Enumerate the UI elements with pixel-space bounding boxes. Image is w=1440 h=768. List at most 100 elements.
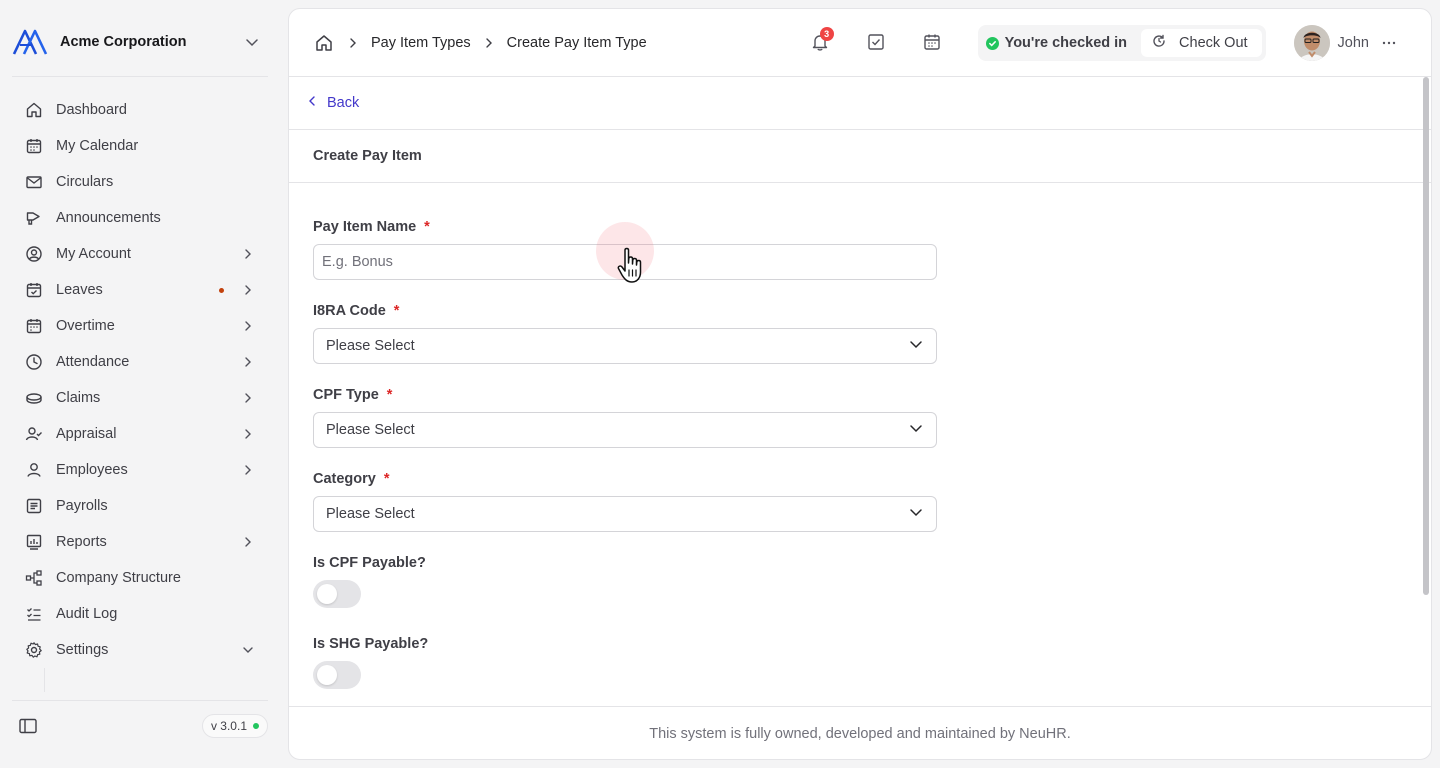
sidebar-item-label: Company Structure (56, 570, 181, 586)
org-switcher[interactable]: Acme Corporation (12, 24, 268, 60)
divider (12, 700, 268, 701)
checkin-status: You're checked in (985, 35, 1128, 51)
sidebar-item-label: Leaves (56, 282, 103, 298)
calendar-button[interactable] (916, 27, 948, 59)
chevron-down-icon (908, 336, 924, 356)
sidebar-item-claims[interactable]: Claims (12, 380, 268, 416)
sidebar-item-my-account[interactable]: My Account (12, 236, 268, 272)
toggle-knob (317, 584, 337, 604)
notifications-button[interactable]: 3 (804, 27, 836, 59)
ir8a-code-select[interactable]: Please Select (313, 328, 937, 364)
user-circle-icon (24, 244, 44, 264)
sidebar-item-leaves[interactable]: Leaves (12, 272, 268, 308)
sidebar-item-audit-log[interactable]: Audit Log (12, 596, 268, 632)
footer-text: This system is fully owned, developed an… (649, 725, 1071, 742)
hand-pointer-icon (616, 246, 656, 288)
back-label: Back (327, 95, 360, 111)
sidebar-item-attendance[interactable]: Attendance (12, 344, 268, 380)
checkin-panel: You're checked in Check Out (977, 25, 1266, 61)
field-label-text: Pay Item Name (313, 219, 417, 235)
sidebar-item-overtime[interactable]: Overtime (12, 308, 268, 344)
sidebar-item-label: Settings (56, 642, 109, 658)
sidebar-item-appraisal[interactable]: Appraisal (12, 416, 268, 452)
category-label: Category * (313, 469, 390, 489)
home-icon[interactable] (313, 32, 335, 54)
sidebar-item-label: Dashboard (56, 102, 127, 118)
is-shg-payable-toggle[interactable] (313, 661, 361, 689)
calendar-icon (922, 32, 942, 55)
field-label-text: I8RA Code (313, 303, 386, 319)
category-select[interactable]: Please Select (313, 496, 937, 532)
org-name: Acme Corporation (60, 34, 187, 50)
chevron-right-icon (240, 462, 256, 478)
user-icon (24, 460, 44, 480)
sidebar-item-circulars[interactable]: Circulars (12, 164, 268, 200)
field-label-text: CPF Type (313, 387, 379, 403)
select-value: Please Select (326, 422, 415, 438)
gear-icon (24, 640, 44, 660)
cpf-type-select[interactable]: Please Select (313, 412, 937, 448)
sidebar-toggle-icon[interactable] (12, 710, 44, 742)
scrollbar[interactable] (1423, 77, 1429, 595)
required-marker: * (386, 387, 393, 403)
more-horizontal-icon[interactable] (1381, 35, 1397, 51)
sidebar-item-my-calendar[interactable]: My Calendar (12, 128, 268, 164)
sidebar-nav: Dashboard My Calendar Circulars Announce… (12, 92, 268, 692)
sidebar-item-employees[interactable]: Employees (12, 452, 268, 488)
avatar (1293, 25, 1330, 61)
tasks-button[interactable] (860, 27, 892, 59)
sidebar-item-label: My Account (56, 246, 131, 262)
check-circle-icon (985, 36, 999, 50)
chevron-right-icon (240, 282, 256, 298)
chevron-right-icon (481, 35, 497, 51)
receipt-icon (24, 496, 44, 516)
select-value: Please Select (326, 506, 415, 522)
sidebar-item-payrolls[interactable]: Payrolls (12, 488, 268, 524)
check-out-label: Check Out (1179, 35, 1248, 51)
user-menu[interactable]: John (1293, 25, 1397, 61)
back-button[interactable]: Back (307, 95, 359, 111)
chevron-right-icon (240, 318, 256, 334)
chevron-right-icon (240, 354, 256, 370)
sidebar-item-company-structure[interactable]: Company Structure (12, 560, 268, 596)
breadcrumb-pay-item-types[interactable]: Pay Item Types (371, 35, 471, 51)
sidebar-item-settings[interactable]: Settings (12, 632, 268, 668)
chevron-down-icon[interactable] (240, 30, 264, 54)
company-logo-icon (12, 27, 48, 57)
checkin-status-label: You're checked in (1004, 35, 1128, 51)
chevron-right-icon (240, 390, 256, 406)
notification-count-badge: 3 (819, 27, 834, 41)
sidebar-item-label: Reports (56, 534, 107, 550)
chevron-right-icon (240, 534, 256, 550)
sidebar-item-announcements[interactable]: Announcements (12, 200, 268, 236)
is-cpf-payable-toggle[interactable] (313, 580, 361, 608)
chevron-down-icon (908, 504, 924, 524)
pay-item-form: Pay Item Name * I8RA Code * Please Selec… (313, 183, 1413, 703)
breadcrumb: Pay Item Types Create Pay Item Type (313, 32, 647, 54)
status-dot (253, 723, 259, 729)
select-value: Please Select (326, 338, 415, 354)
pay-item-name-label: Pay Item Name * (313, 217, 430, 237)
is-cpf-payable-label: Is CPF Payable? (313, 555, 426, 571)
sidebar-item-label: My Calendar (56, 138, 139, 154)
sidebar-item-label: Employees (56, 462, 128, 478)
chevron-down-icon (908, 420, 924, 440)
sidebar: Acme Corporation Dashboard My Calendar C… (0, 0, 280, 768)
check-out-button[interactable]: Check Out (1141, 29, 1262, 57)
calendar-icon (24, 136, 44, 156)
toggle-knob (317, 665, 337, 685)
megaphone-icon (24, 208, 44, 228)
chevron-right-icon (345, 35, 361, 51)
field-label-text: Category (313, 471, 376, 487)
divider (12, 76, 268, 77)
sidebar-item-reports[interactable]: Reports (12, 524, 268, 560)
calendar-check-icon (24, 280, 44, 300)
is-shg-payable-label: Is SHG Payable? (313, 636, 429, 652)
sidebar-item-dashboard[interactable]: Dashboard (12, 92, 268, 128)
sidebar-item-label: Audit Log (56, 606, 118, 622)
cpf-type-label: CPF Type * (313, 385, 392, 405)
form-header: Create Pay Item (289, 130, 1431, 183)
top-actions: 3 You're checked in Check Out John (804, 9, 1431, 77)
checkbox-icon (866, 32, 886, 55)
sidebar-item-label: Attendance (56, 354, 130, 370)
